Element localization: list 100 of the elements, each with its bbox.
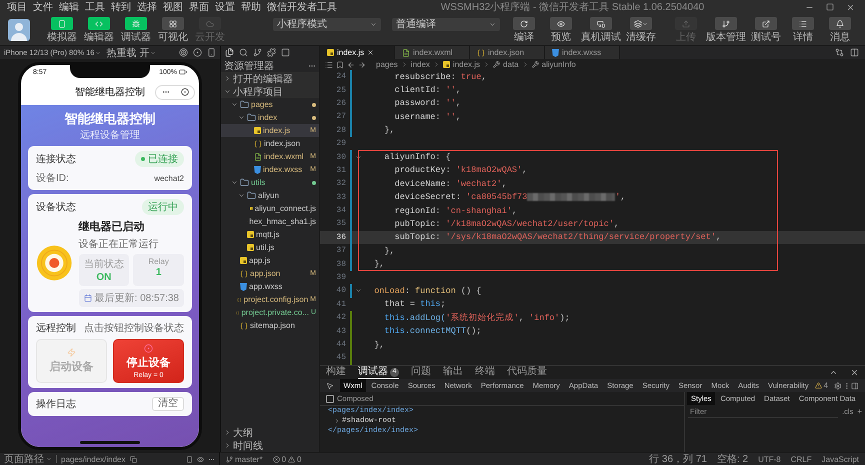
section-header[interactable]: 大纲 [221, 426, 319, 439]
page-path-dropdown[interactable]: 页面路径 [4, 452, 52, 465]
split-icon[interactable] [850, 48, 859, 57]
fold-icon[interactable] [354, 154, 362, 161]
eye-icon[interactable] [197, 456, 204, 462]
puzzle-icon[interactable] [267, 48, 276, 57]
line-ending[interactable]: CRLF [790, 454, 812, 464]
avatar-icon[interactable] [8, 19, 30, 41]
target-icon[interactable] [179, 48, 188, 57]
close-icon[interactable] [850, 368, 859, 377]
toolbar-button[interactable]: 测试号 [749, 17, 783, 43]
menu-item[interactable]: 微信开发者工具 [264, 1, 340, 14]
clear-button[interactable]: 清空 [152, 397, 184, 411]
toolbar-button[interactable]: 调试器 [119, 17, 153, 43]
file-tree-item[interactable]: index [221, 111, 319, 124]
settings-icon[interactable] [834, 382, 842, 390]
forward-icon[interactable] [358, 60, 366, 68]
list-icon[interactable] [325, 60, 333, 68]
capsule-menu[interactable] [155, 84, 195, 100]
editor-tab[interactable]: index.js [320, 46, 395, 59]
toolbar-button[interactable]: 预览 [544, 17, 578, 43]
panel-tab[interactable]: 问题 [411, 366, 431, 379]
editor-tab[interactable]: index.wxml [395, 46, 470, 59]
toolbar-button[interactable]: 版本管理 [706, 17, 746, 43]
menu-item[interactable]: 选择 [134, 1, 160, 14]
checkbox[interactable] [326, 394, 334, 402]
menu-item[interactable]: 工具 [82, 1, 108, 14]
copy-icon[interactable] [130, 456, 136, 462]
maximize-icon[interactable] [826, 3, 834, 11]
encoding[interactable]: UTF-8 [758, 454, 781, 464]
menu-item[interactable]: 设置 [212, 1, 238, 14]
line-number: 42 [335, 313, 347, 322]
panel-tab[interactable]: 输出 [443, 366, 463, 379]
breadcrumb-item[interactable]: aliyunInfo [542, 60, 576, 69]
editor-tab[interactable]: index.wxss [545, 46, 620, 59]
dock-icon[interactable] [851, 382, 859, 390]
editor-tab[interactable]: index.json [470, 46, 545, 59]
section-header[interactable]: 打开的编辑器 [221, 72, 319, 85]
cursor-position[interactable]: 行 36，列 71 [649, 452, 707, 465]
file-tree-item[interactable]: index.json [221, 137, 319, 150]
warning-count[interactable]: 4 [814, 381, 828, 390]
file-tree-item[interactable]: util.js [221, 241, 319, 254]
file-tree-item[interactable]: aliyun [221, 189, 319, 202]
braces-icon [254, 140, 262, 148]
toolbar-button[interactable]: 真机调试 [581, 17, 621, 43]
menu-item[interactable]: 项目 [4, 1, 30, 14]
code-line: }, [373, 340, 384, 350]
close-icon[interactable] [846, 3, 855, 12]
inspect-icon[interactable] [326, 382, 334, 390]
branch-icon[interactable] [253, 48, 262, 57]
menu-item[interactable]: 转到 [108, 1, 134, 14]
compile-dropdown[interactable]: 普通编译 [392, 18, 500, 30]
file-tree-item[interactable]: app.js [221, 254, 319, 267]
breadcrumb-item[interactable]: data [503, 60, 519, 69]
panel-tab[interactable]: 构建 [326, 366, 346, 379]
back-icon[interactable] [347, 60, 355, 68]
toolbar-button[interactable]: 详情 [786, 17, 820, 43]
language-mode[interactable]: JavaScript [822, 454, 859, 464]
record-icon[interactable] [193, 48, 202, 57]
fold-icon[interactable] [354, 287, 362, 294]
file-tree-item[interactable]: app.wxss [221, 280, 319, 293]
file-tree-item[interactable]: mqtt.js [221, 228, 319, 241]
git-branch[interactable]: master* [226, 454, 263, 464]
menu-item[interactable]: 文件 [30, 1, 56, 14]
file-tree-item[interactable]: pages [221, 98, 319, 111]
menu-item[interactable]: 界面 [186, 1, 212, 14]
hot-reload-dropdown[interactable]: 热重载 开 [106, 46, 156, 60]
section-header[interactable]: 小程序项目 [221, 85, 319, 98]
phone-icon[interactable] [186, 456, 193, 462]
menu-item[interactable]: 视图 [160, 1, 186, 14]
breadcrumb-item[interactable]: index [410, 60, 430, 69]
add-rule-button[interactable]: + [857, 407, 862, 416]
search-icon[interactable] [239, 48, 248, 57]
toolbar-button[interactable]: 编辑器 [82, 17, 116, 43]
breadcrumb-item[interactable]: index.js [452, 60, 480, 69]
toolbar-button[interactable]: 编译 [507, 17, 541, 43]
chevron-up-icon[interactable] [829, 368, 838, 377]
menu-item[interactable]: 帮助 [238, 1, 264, 14]
toolbar-button[interactable]: 清缓存 [624, 17, 658, 43]
file-tree-item[interactable]: utils [221, 176, 319, 189]
line-number: 38 [335, 260, 347, 269]
square-icon[interactable] [281, 48, 290, 57]
toolbar-button[interactable]: 消息 [823, 17, 857, 43]
toolbar-button[interactable]: 可视化 [156, 17, 190, 43]
problem-counts[interactable]: 0 0 [272, 454, 302, 464]
files-icon[interactable] [225, 48, 234, 57]
breadcrumb-item[interactable]: pages [376, 60, 398, 69]
file-tree-item[interactable]: sitemap.json [221, 319, 319, 332]
toolbar-button[interactable]: 模拟器 [45, 17, 79, 43]
bookmark-icon[interactable] [336, 60, 344, 68]
panel-tab[interactable]: 终端 [475, 366, 495, 379]
mode-dropdown[interactable]: 小程序模式 [273, 18, 381, 30]
indentation[interactable]: 空格: 2 [716, 452, 748, 465]
section-header[interactable]: 时间线 [221, 439, 319, 452]
compare-icon[interactable] [835, 48, 844, 57]
menu-item[interactable]: 编辑 [56, 1, 82, 14]
panel-tab[interactable]: 代码质量 [507, 366, 547, 379]
file-tree-item[interactable]: hex_hmac_sha1.js [221, 215, 319, 228]
file-tree-item[interactable]: aliyun_connect.js [221, 202, 319, 215]
phone-icon[interactable] [207, 48, 216, 57]
